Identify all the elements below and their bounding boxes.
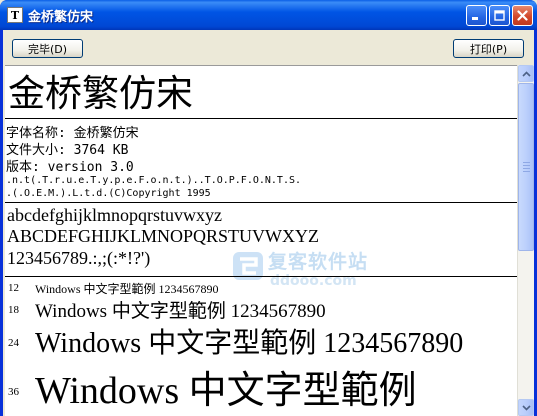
window-title: 金桥繁仿宋 — [28, 10, 94, 25]
divider — [5, 118, 517, 119]
size-sample-text: Windows 中文字型範例 1234567890 — [35, 301, 326, 322]
uppercase-sample: ABCDEFGHIJKLMNOPQRSTUVWXYZ — [7, 226, 320, 246]
title-bar[interactable]: T 金桥繁仿宋 — [0, 0, 537, 30]
size-sample-text: Windows 中文字型範例 1234567890 — [35, 282, 219, 296]
dialog-client-area: 完毕(D) 打印(P) 金桥繁仿宋 字体名称: 金桥繁仿宋 文件大小: 3764… — [3, 30, 534, 416]
copyright-info: .(.O.E.M.).L.t.d.(C)Copyright 1995 — [6, 188, 211, 199]
divider — [5, 276, 517, 277]
font-name-sample: 金桥繁仿宋 — [8, 72, 193, 115]
thumb-grip — [523, 168, 530, 169]
size-label: 24 — [8, 337, 19, 349]
scroll-thumb[interactable] — [518, 83, 534, 251]
chevron-down-icon — [521, 404, 531, 411]
maximize-button[interactable] — [489, 5, 510, 26]
close-button[interactable] — [512, 5, 533, 26]
size-sample-text: Windows 中文字型範例 — [35, 370, 417, 412]
watermark-logo-icon — [233, 252, 263, 280]
font-viewer-window: T 金桥繁仿宋 完毕(D) 打印(P) 金桥繁仿宋 字体名称: 金桥繁仿宋 文件 — [0, 0, 537, 416]
chevron-up-icon — [521, 70, 531, 77]
print-button[interactable]: 打印(P) — [453, 39, 524, 58]
vertical-scrollbar[interactable] — [517, 65, 534, 416]
done-button[interactable]: 完毕(D) — [12, 39, 83, 58]
thumb-grip — [523, 162, 530, 163]
trademark-info: .n.t(.T.r.u.e.T.y.p.e.F.o.n.t.)..T.O.P.F… — [6, 175, 302, 186]
size-sample-text: Windows 中文字型範例 1234567890 — [35, 328, 464, 359]
minimize-button[interactable] — [466, 5, 487, 26]
close-icon — [517, 10, 528, 21]
maximize-icon — [494, 10, 505, 21]
watermark: 复客软件站 ddooo.com — [230, 245, 390, 295]
digits-sample: 123456789.:,;(:*!?') — [7, 248, 151, 268]
lowercase-sample: abcdefghijklmnopqrstuvwxyz — [7, 205, 222, 225]
scroll-up-button[interactable] — [518, 65, 534, 82]
scroll-down-button[interactable] — [518, 399, 534, 416]
divider — [5, 202, 517, 203]
thumb-grip — [523, 171, 530, 172]
version-info: 版本: version 3.0 — [6, 160, 134, 175]
size-label: 18 — [8, 304, 19, 316]
size-label: 12 — [8, 282, 19, 294]
minimize-icon — [472, 17, 478, 20]
watermark-text: 复客软件站 — [268, 251, 369, 273]
font-file-icon: T — [7, 7, 23, 23]
thumb-grip — [523, 165, 530, 166]
font-preview-pane: 金桥繁仿宋 字体名称: 金桥繁仿宋 文件大小: 3764 KB 版本: vers… — [5, 65, 517, 416]
size-label: 36 — [8, 386, 19, 398]
